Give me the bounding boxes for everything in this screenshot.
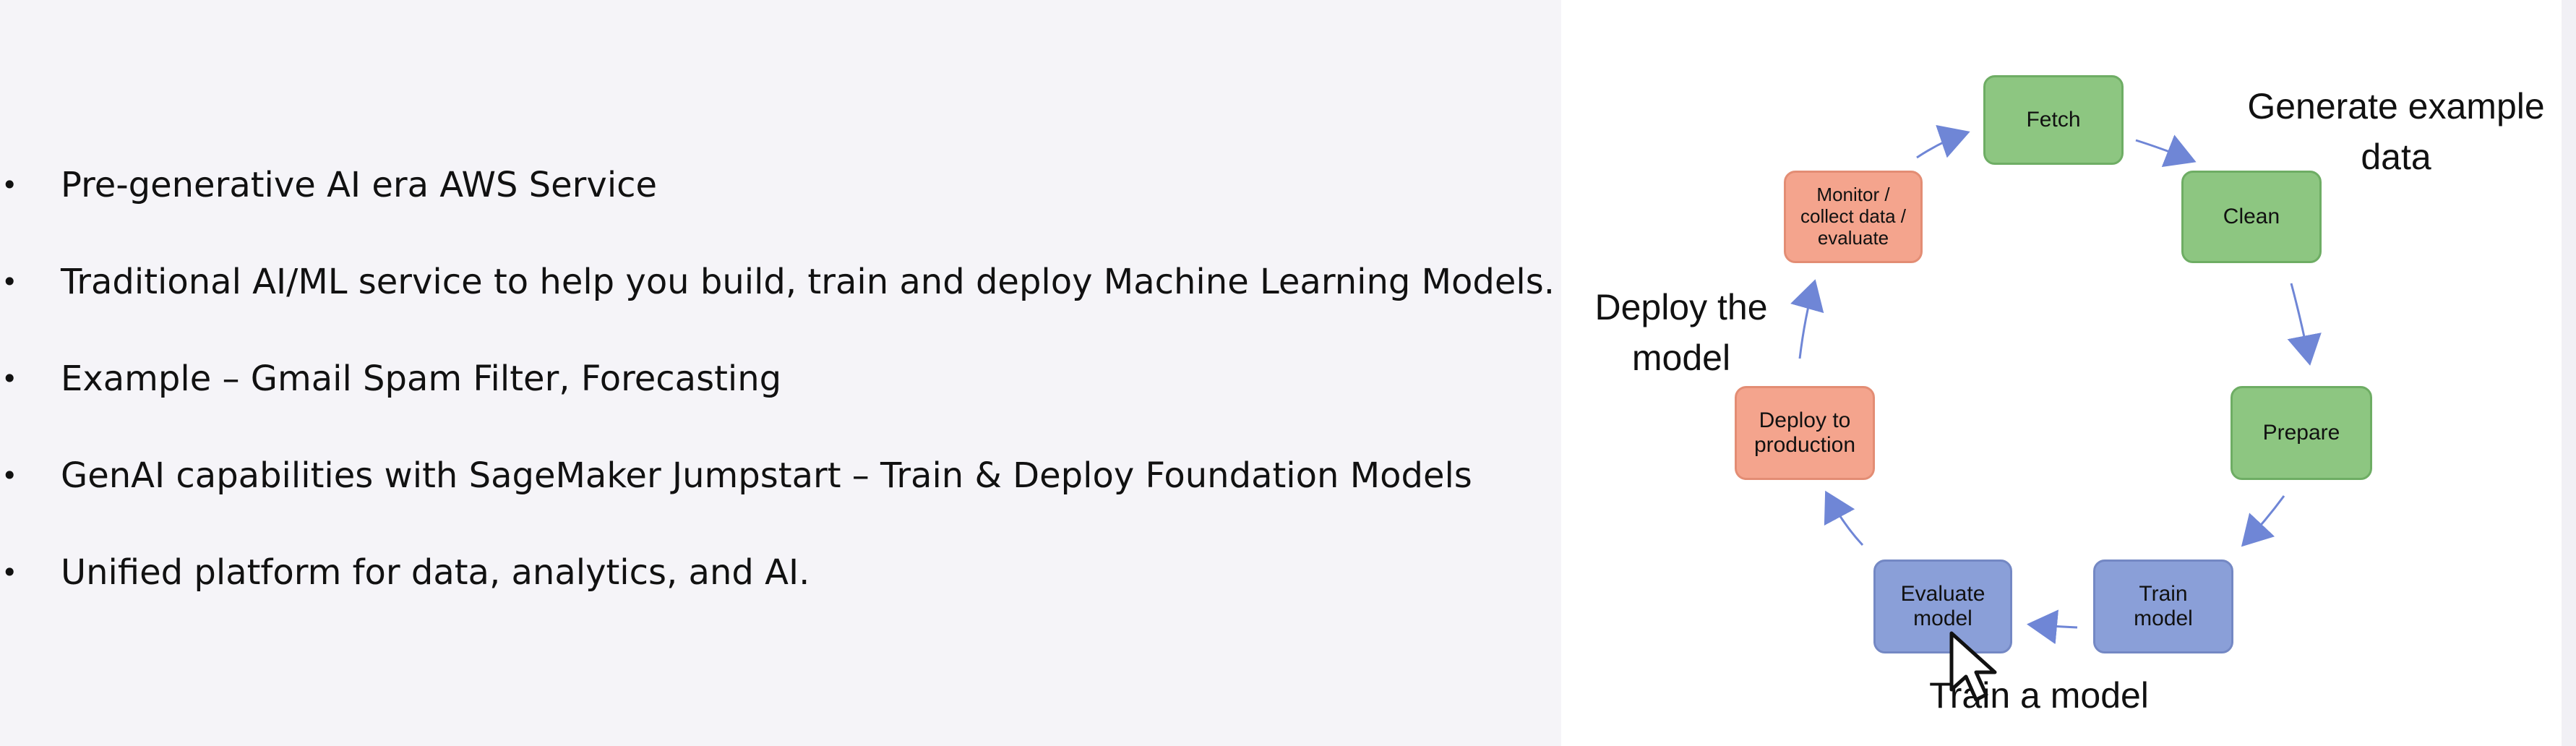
slide-text-panel: • Pre-generative AI era AWS Service • Tr… [0, 0, 1561, 746]
bullet-dot: • [1, 169, 18, 201]
arrow-evaluate-model-to-deploy [1824, 490, 1864, 546]
bullet-dot: • [1, 460, 18, 492]
bullet-item: • GenAI capabilities with SageMaker Jump… [0, 447, 1547, 505]
bullet-dot: • [1, 557, 18, 588]
bullet-text: Example – Gmail Spam Filter, Forecasting [61, 359, 782, 399]
generate-example-data-annotation: Generate example data [2247, 86, 2545, 177]
bullet-item: • Pre-generative AI era AWS Service [0, 156, 1547, 214]
arrow-prepare-to-train-model [2241, 495, 2285, 547]
bullet-item: • Traditional AI/ML service to help you … [0, 253, 1555, 311]
clean-node: Clean [2181, 171, 2322, 263]
deploy-the-model-annotation: Deploy the model [1594, 287, 1768, 378]
arrow-train-model-to-evaluate-model [2027, 609, 2078, 645]
bullet-item: • Unified platform for data, analytics, … [0, 544, 1547, 601]
bullet-text: Pre-generative AI era AWS Service [61, 165, 658, 205]
bullet-text: GenAI capabilities with SageMaker Jumpst… [61, 455, 1472, 496]
arrow-clean-to-prepare [2287, 283, 2322, 366]
bullet-text: Traditional AI/ML service to help you bu… [61, 262, 1555, 302]
bullet-dot: • [1, 363, 18, 395]
bullet-dot: • [1, 266, 18, 298]
arrow-pointer-icon [1949, 631, 1997, 702]
bullet-item: • Example – Gmail Spam Filter, Forecasti… [0, 350, 1547, 408]
bullet-text: Unified platform for data, analytics, an… [61, 552, 810, 593]
train-model-node: Train model [2093, 560, 2233, 653]
arrow-deploy-to-monitor [1790, 279, 1824, 359]
arrow-fetch-to-clean [2135, 134, 2197, 168]
monitor-collect-evaluate-node: Monitor / collect data / evaluate [1784, 171, 1923, 263]
prepare-node: Prepare [2231, 386, 2372, 480]
fetch-node: Fetch [1983, 75, 2124, 165]
arrow-monitor-to-fetch [1916, 124, 1970, 159]
deploy-to-production-node: Deploy to production [1735, 386, 1875, 480]
bullet-list: • Pre-generative AI era AWS Service • Tr… [0, 0, 1561, 746]
